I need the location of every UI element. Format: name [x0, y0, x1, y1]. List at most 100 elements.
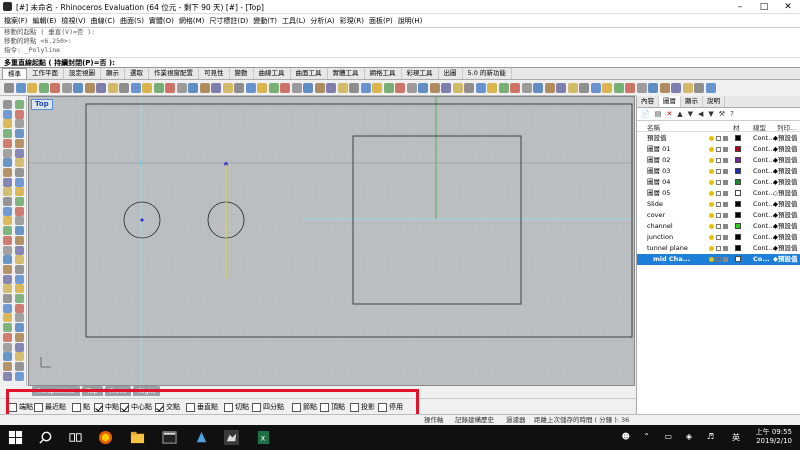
- left-tool-icon[interactable]: [3, 129, 12, 139]
- left-tool-icon[interactable]: [3, 226, 12, 236]
- menu-item[interactable]: 說明(H): [398, 16, 423, 26]
- layer-print-color[interactable]: ◆預設值: [773, 177, 798, 188]
- layer-material-icon[interactable]: [745, 157, 751, 163]
- maximize-button[interactable]: □: [752, 0, 776, 14]
- toolbar-tool-icon[interactable]: [487, 83, 497, 93]
- layer-color-swatch[interactable]: [735, 223, 741, 229]
- task-view-icon[interactable]: [68, 430, 83, 445]
- left-tool-icon[interactable]: [15, 235, 24, 245]
- layer-color-swatch[interactable]: [735, 168, 741, 174]
- toolbar-tool-icon[interactable]: [498, 83, 509, 93]
- layer-lock-icon[interactable]: [716, 180, 721, 185]
- file-explorer-icon[interactable]: [130, 430, 145, 445]
- menu-item[interactable]: 曲面(S): [120, 16, 144, 26]
- layer-print-color[interactable]: ◆預設值: [773, 254, 798, 265]
- tool-tab[interactable]: 曲面工具: [291, 68, 328, 79]
- panel-tab[interactable]: 內容: [637, 96, 659, 107]
- layer-visible-icon[interactable]: [709, 147, 714, 152]
- left-tool-icon[interactable]: [3, 255, 12, 265]
- left-tool-icon[interactable]: [3, 323, 12, 333]
- layer-color-swatch[interactable]: [735, 234, 741, 240]
- toolbar-tool-icon[interactable]: [234, 83, 244, 93]
- tool-tab[interactable]: 設定視圖: [64, 68, 101, 79]
- layer-row[interactable]: channel Cont... ◆預設值: [637, 221, 800, 232]
- toolbar-tool-icon[interactable]: [464, 83, 474, 93]
- layer-lock-icon[interactable]: [716, 147, 721, 152]
- close-button[interactable]: ✕: [776, 0, 800, 14]
- layer-lock-icon[interactable]: [716, 136, 721, 141]
- layer-linetype[interactable]: Cont...: [753, 232, 774, 243]
- left-tool-icon[interactable]: [3, 361, 12, 371]
- layer-linetype[interactable]: Cont...: [753, 166, 774, 177]
- toolbar-tool-icon[interactable]: [38, 83, 49, 93]
- layer-material-icon[interactable]: [745, 234, 751, 240]
- notification-chevron-icon[interactable]: ⌃: [643, 432, 650, 441]
- layer-row[interactable]: 圖層 04 Cont... ◆預設值: [637, 177, 800, 188]
- left-tool-icon[interactable]: [3, 119, 12, 129]
- toolbar-tool-icon[interactable]: [429, 83, 440, 93]
- layer-row[interactable]: mid Cha... Co... ◆預設值: [637, 254, 800, 265]
- left-tool-icon[interactable]: [3, 177, 12, 187]
- status-gumball[interactable]: 操作軸: [424, 415, 444, 425]
- layer-print-color[interactable]: ◆預設值: [773, 243, 798, 254]
- layer-color-swatch[interactable]: [735, 245, 741, 251]
- layer-visible-icon[interactable]: [709, 202, 714, 207]
- panel-tab[interactable]: 圖層: [659, 96, 681, 107]
- left-tool-icon[interactable]: [15, 264, 24, 274]
- layer-print-color[interactable]: ◆預設值: [773, 221, 798, 232]
- tool-tab[interactable]: 可見性: [199, 68, 230, 79]
- toolbar-tool-icon[interactable]: [188, 83, 198, 93]
- layer-visible-icon[interactable]: [709, 246, 714, 251]
- layer-print-color[interactable]: ◆預設值: [773, 166, 798, 177]
- toolbar-tool-icon[interactable]: [314, 83, 325, 93]
- left-tool-icon[interactable]: [3, 109, 12, 119]
- tool-tab[interactable]: 變動: [230, 68, 254, 79]
- toolbar-tool-icon[interactable]: [84, 83, 95, 93]
- toolbar-tool-icon[interactable]: [579, 83, 589, 93]
- toolbar-tool-icon[interactable]: [153, 83, 164, 93]
- toolbar-tool-icon[interactable]: [556, 83, 566, 93]
- toolbar-tool-icon[interactable]: [96, 83, 106, 93]
- left-tool-icon[interactable]: [3, 138, 12, 148]
- layer-visible-icon[interactable]: [709, 158, 714, 163]
- layer-material-icon[interactable]: [745, 146, 751, 152]
- layer-lock-icon[interactable]: [716, 191, 721, 196]
- left-tool-icon[interactable]: [3, 216, 12, 226]
- excel-icon[interactable]: x: [256, 430, 271, 445]
- layer-row[interactable]: cover Cont... ◆預設值: [637, 210, 800, 221]
- toolbar-tool-icon[interactable]: [533, 83, 543, 93]
- layer-color-swatch[interactable]: [735, 157, 741, 163]
- toolbar-tool-icon[interactable]: [383, 83, 394, 93]
- layer-linetype[interactable]: Cont...: [753, 243, 774, 254]
- layer-print-color[interactable]: ◆預設值: [773, 155, 798, 166]
- toolbar-tool-icon[interactable]: [441, 83, 451, 93]
- left-tool-icon[interactable]: [3, 284, 12, 294]
- windows-start-icon[interactable]: [8, 430, 23, 445]
- toolbar-tool-icon[interactable]: [395, 83, 405, 93]
- layer-print-color[interactable]: ◇預設值: [773, 188, 798, 199]
- toolbar-tool-icon[interactable]: [257, 83, 267, 93]
- toolbar-tool-icon[interactable]: [326, 83, 336, 93]
- toolbar-tool-icon[interactable]: [521, 83, 532, 93]
- layer-visible-icon[interactable]: [709, 235, 714, 240]
- layer-visible-icon[interactable]: [709, 191, 714, 196]
- toolbar-tool-icon[interactable]: [73, 83, 83, 93]
- layer-color-swatch[interactable]: [735, 179, 741, 185]
- layer-material-icon[interactable]: [745, 190, 751, 196]
- toolbar-tool-icon[interactable]: [27, 83, 37, 93]
- menu-item[interactable]: 分析(A): [310, 16, 334, 26]
- command-prompt[interactable]: 多重直線起點 ( 持續封閉(P)=否 ):: [0, 57, 800, 68]
- layer-row[interactable]: Slide Cont... ◆預設值: [637, 199, 800, 210]
- help-icon[interactable]: ?: [730, 110, 734, 118]
- toolbar-tool-icon[interactable]: [280, 83, 290, 93]
- left-tool-icon[interactable]: [15, 255, 24, 265]
- layer-material-icon[interactable]: [745, 245, 751, 251]
- menu-item[interactable]: 曲線(C): [91, 16, 115, 26]
- menu-item[interactable]: 檢視(V): [61, 16, 85, 26]
- left-tool-icon[interactable]: [15, 216, 24, 226]
- top-viewport[interactable]: Top: [28, 96, 635, 386]
- tool-tab[interactable]: 作業視窗配置: [149, 68, 199, 79]
- left-tool-icon[interactable]: [15, 361, 24, 371]
- toolbar-tool-icon[interactable]: [199, 83, 210, 93]
- menu-item[interactable]: 變動(T): [253, 16, 277, 26]
